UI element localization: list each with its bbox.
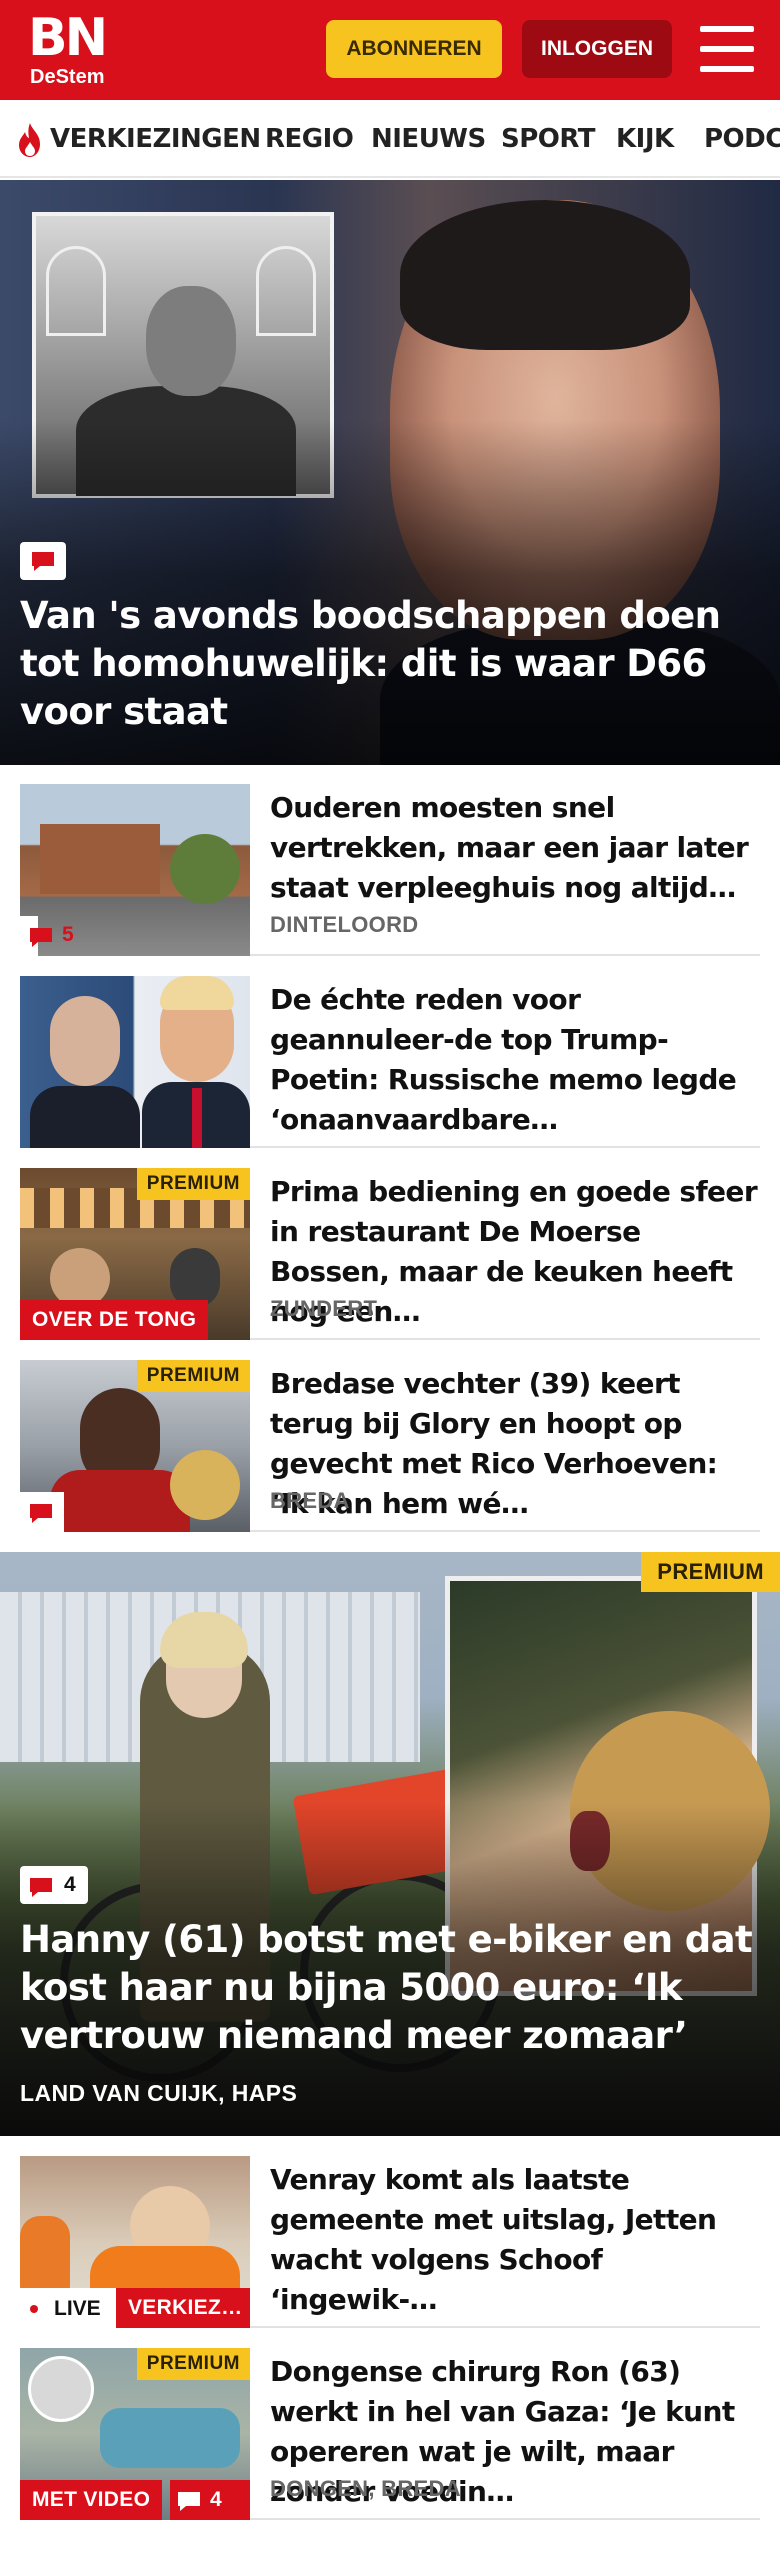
nav-item-nieuws[interactable]: NIEUWS (371, 100, 486, 176)
list-item[interactable]: De échte reden voor geannuleer-de top Tr… (20, 976, 760, 1148)
featured-title[interactable]: Hanny (61) botst met e-biker en dat kost… (20, 1916, 760, 2060)
article-title[interactable]: Venray komt als laatste gemeente met uit… (270, 2160, 760, 2320)
list-item[interactable]: LIVE VERKIEZ… Venray komt als laatste ge… (20, 2156, 760, 2328)
flame-icon (19, 123, 40, 157)
featured-location: LAND VAN CUIJK, HAPS (20, 2080, 298, 2106)
tie-right (192, 1088, 202, 1148)
hero-photo-hair (400, 200, 690, 350)
article-thumbnail: LIVE VERKIEZ… (20, 2156, 250, 2328)
list-item[interactable]: 5 Ouderen moesten snel vertrekken, maar … (20, 784, 760, 956)
article-thumbnail: 5 (20, 784, 250, 956)
article-thumbnail: PREMIUM MET VIDEO 4 (20, 2348, 250, 2520)
nav-item-podcasts[interactable]: PODC (704, 100, 780, 176)
premium-badge: PREMIUM (136, 1168, 250, 1200)
site-logo[interactable]: BN DeStem (28, 10, 138, 90)
logo-sub: DeStem (30, 66, 105, 88)
diner-1 (50, 1248, 110, 1308)
article-title[interactable]: Ouderen moesten snel vertrekken, maar ee… (270, 788, 760, 908)
comment-icon (30, 1504, 52, 1523)
premium-badge: PREMIUM (136, 2348, 250, 2380)
comment-count-badge: 4 (170, 2480, 250, 2520)
live-badge: LIVE (20, 2288, 116, 2328)
surgeon-portrait (28, 2356, 94, 2422)
comment-count-badge: 5 (20, 916, 74, 956)
comment-icon (30, 928, 52, 947)
article-thumbnail (20, 976, 250, 1148)
comment-badge (20, 542, 66, 580)
live-label: LIVE (54, 2297, 101, 2320)
list-item[interactable]: PREMIUM MET VIDEO 4 Dongense chirurg Ron… (20, 2348, 760, 2520)
comment-icon (32, 552, 54, 571)
category-label: OVER DE TONG (20, 1300, 209, 1340)
premium-badge: PREMIUM (136, 1360, 250, 1392)
top-bar: BN DeStem ABONNEREN INLOGGEN (0, 0, 780, 100)
category-label: VERKIEZ… (116, 2288, 250, 2328)
inset-figure-head (146, 286, 236, 396)
hair-right (160, 976, 234, 1010)
nav-item-kijk[interactable]: KIJK (616, 100, 674, 176)
building-shape (40, 824, 160, 894)
list-item[interactable]: PREMIUM OVER DE TONG Prima bediening en … (20, 1168, 760, 1340)
hamburger-menu-icon[interactable] (700, 26, 754, 72)
boxing-glove (170, 1450, 240, 1520)
logo-main: BN (28, 8, 108, 68)
comment-count: 4 (64, 1873, 76, 1896)
live-dot-icon (30, 2305, 38, 2313)
face-left (50, 996, 120, 1086)
comment-badge (20, 1492, 64, 1532)
surgeon-scrubs (100, 2408, 240, 2468)
suit-left (30, 1086, 140, 1148)
diner-2 (170, 1248, 220, 1308)
comment-icon (30, 1878, 52, 1897)
comment-count: 5 (62, 923, 74, 946)
hero-title[interactable]: Van 's avonds boodschappen doen tot homo… (20, 592, 760, 736)
article-location: ZUNDERT (270, 1296, 378, 1321)
hero-article[interactable]: Van 's avonds boodschappen doen tot homo… (0, 180, 780, 765)
article-thumbnail: PREMIUM (20, 1360, 250, 1532)
premium-badge: PREMIUM (641, 1552, 780, 1592)
nav-item-verkiezingen[interactable]: VERKIEZINGEN (50, 100, 261, 176)
video-label: MET VIDEO (20, 2480, 163, 2520)
article-thumbnail: PREMIUM OVER DE TONG (20, 1168, 250, 1340)
inset-window-left (46, 246, 106, 336)
section-nav: VERKIEZINGEN REGIO NIEUWS SPORT KIJK POD… (0, 100, 780, 178)
list-item[interactable]: PREMIUM Bredase vechter (39) keert terug… (20, 1360, 760, 1532)
subscribe-button[interactable]: ABONNEREN (326, 20, 502, 78)
nav-item-regio[interactable]: REGIO (265, 100, 354, 176)
tree-shape (170, 834, 240, 904)
comment-count: 4 (210, 2488, 222, 2511)
featured-article[interactable]: PREMIUM 4 Hanny (61) botst met e-biker e… (0, 1552, 780, 2136)
article-location: DINTELOORD (270, 912, 419, 937)
login-button[interactable]: INLOGGEN (522, 20, 672, 78)
nav-item-sport[interactable]: SPORT (501, 100, 595, 176)
article-location: BREDA (270, 1488, 350, 1513)
article-location: DONGEN, BREDA (270, 2476, 461, 2501)
comment-icon (178, 2492, 200, 2511)
inset-window-right (256, 246, 316, 336)
fighter-shirt (50, 1470, 190, 1532)
comment-count-badge: 4 (20, 1866, 88, 1904)
article-title[interactable]: De échte reden voor geannuleer-de top Tr… (270, 980, 760, 1140)
